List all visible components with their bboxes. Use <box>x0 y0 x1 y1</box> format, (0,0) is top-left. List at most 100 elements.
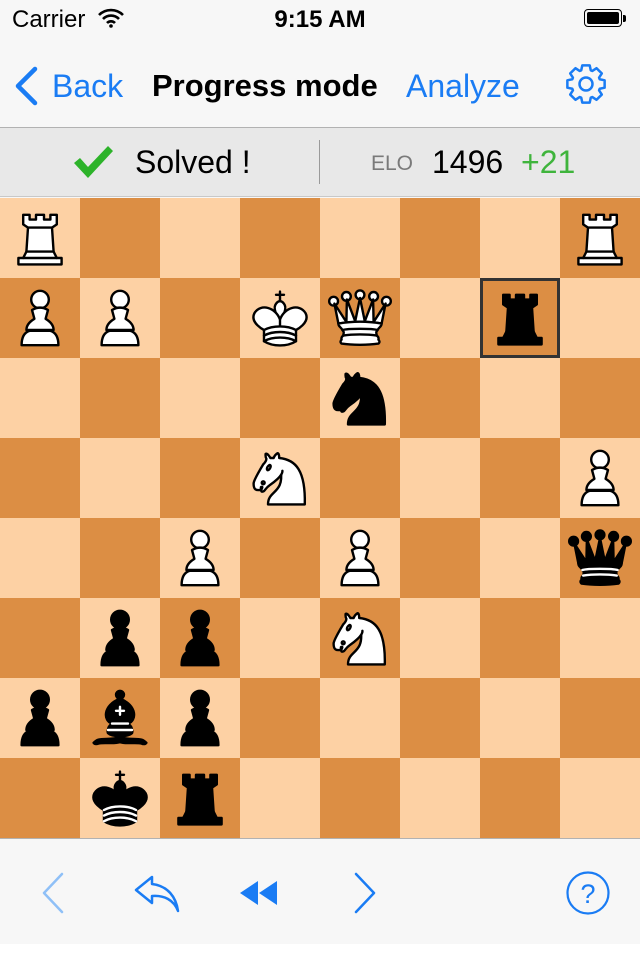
square-f3[interactable] <box>400 598 480 678</box>
square-h5[interactable] <box>560 438 640 518</box>
checkmark-icon <box>74 146 113 178</box>
black-rook-icon <box>497 293 543 346</box>
navigation-bar: Back Progress mode Analyze <box>0 40 640 128</box>
square-e8[interactable] <box>320 198 400 278</box>
square-c6[interactable] <box>160 358 240 438</box>
square-f5[interactable] <box>400 438 480 518</box>
square-e6[interactable] <box>320 358 400 438</box>
square-h4[interactable] <box>560 518 640 598</box>
square-f1[interactable] <box>400 758 480 838</box>
undo-icon[interactable] <box>130 871 182 915</box>
square-c7[interactable] <box>160 278 240 358</box>
square-f8[interactable] <box>400 198 480 278</box>
square-g8[interactable] <box>480 198 560 278</box>
square-g7[interactable] <box>480 278 560 358</box>
black-pawn-icon <box>180 609 220 667</box>
white-pawn-icon <box>340 529 380 587</box>
black-king-icon <box>92 770 148 827</box>
previous-move-icon[interactable] <box>38 871 68 915</box>
black-pawn-icon <box>180 689 220 747</box>
square-h3[interactable] <box>560 598 640 678</box>
square-h8[interactable] <box>560 198 640 278</box>
square-e7[interactable] <box>320 278 400 358</box>
square-a7[interactable] <box>0 278 80 358</box>
gear-icon[interactable] <box>562 60 610 108</box>
square-b6[interactable] <box>80 358 160 438</box>
square-g6[interactable] <box>480 358 560 438</box>
square-d7[interactable] <box>240 278 320 358</box>
analyze-button[interactable]: Analyze <box>406 68 520 105</box>
solved-status: Solved ! <box>135 144 251 180</box>
chess-board[interactable] <box>0 198 640 838</box>
white-pawn-icon <box>100 289 140 347</box>
square-f2[interactable] <box>400 678 480 758</box>
square-g1[interactable] <box>480 758 560 838</box>
square-f7[interactable] <box>400 278 480 358</box>
square-e5[interactable] <box>320 438 400 518</box>
square-f6[interactable] <box>400 358 480 438</box>
white-pawn-icon <box>180 529 220 587</box>
elo-value: 1496 <box>432 144 504 180</box>
page-title: Progress mode <box>152 68 378 103</box>
white-rook-icon <box>17 213 63 266</box>
square-g2[interactable] <box>480 678 560 758</box>
square-c8[interactable] <box>160 198 240 278</box>
square-b8[interactable] <box>80 198 160 278</box>
square-h2[interactable] <box>560 678 640 758</box>
next-move-icon[interactable] <box>350 871 380 915</box>
square-d3[interactable] <box>240 598 320 678</box>
square-a5[interactable] <box>0 438 80 518</box>
help-icon[interactable]: ? <box>565 870 611 916</box>
square-a8[interactable] <box>0 198 80 278</box>
square-e2[interactable] <box>320 678 400 758</box>
square-b5[interactable] <box>80 438 160 518</box>
square-e1[interactable] <box>320 758 400 838</box>
square-d6[interactable] <box>240 358 320 438</box>
square-b2[interactable] <box>80 678 160 758</box>
square-d1[interactable] <box>240 758 320 838</box>
bottom-toolbar: ? <box>0 838 640 944</box>
square-g5[interactable] <box>480 438 560 518</box>
square-b3[interactable] <box>80 598 160 678</box>
square-d4[interactable] <box>240 518 320 598</box>
white-knight-icon <box>332 612 387 666</box>
rewind-icon[interactable] <box>238 879 280 907</box>
status-bar: Carrier 9:15 AM <box>0 0 640 40</box>
white-knight-icon <box>252 452 307 506</box>
square-a3[interactable] <box>0 598 80 678</box>
square-a6[interactable] <box>0 358 80 438</box>
square-a4[interactable] <box>0 518 80 598</box>
bottom-strip <box>0 944 640 960</box>
elo-delta: +21 <box>521 144 576 180</box>
white-queen-icon <box>328 289 392 346</box>
square-h6[interactable] <box>560 358 640 438</box>
square-c2[interactable] <box>160 678 240 758</box>
square-c3[interactable] <box>160 598 240 678</box>
square-g3[interactable] <box>480 598 560 678</box>
result-bar: Solved ! ELO 1496 +21 <box>0 128 640 197</box>
square-e3[interactable] <box>320 598 400 678</box>
square-a2[interactable] <box>0 678 80 758</box>
black-pawn-icon <box>20 689 60 747</box>
square-d2[interactable] <box>240 678 320 758</box>
black-bishop-icon <box>92 689 148 746</box>
square-e4[interactable] <box>320 518 400 598</box>
square-d5[interactable] <box>240 438 320 518</box>
square-a1[interactable] <box>0 758 80 838</box>
back-button[interactable]: Back <box>14 66 123 106</box>
status-time: 9:15 AM <box>274 6 366 33</box>
square-b4[interactable] <box>80 518 160 598</box>
square-h1[interactable] <box>560 758 640 838</box>
square-h7[interactable] <box>560 278 640 358</box>
square-c5[interactable] <box>160 438 240 518</box>
square-c4[interactable] <box>160 518 240 598</box>
svg-text:?: ? <box>580 879 595 909</box>
square-b7[interactable] <box>80 278 160 358</box>
square-b1[interactable] <box>80 758 160 838</box>
square-g4[interactable] <box>480 518 560 598</box>
back-label: Back <box>52 67 124 104</box>
square-d8[interactable] <box>240 198 320 278</box>
white-rook-icon <box>577 213 623 266</box>
square-c1[interactable] <box>160 758 240 838</box>
square-f4[interactable] <box>400 518 480 598</box>
